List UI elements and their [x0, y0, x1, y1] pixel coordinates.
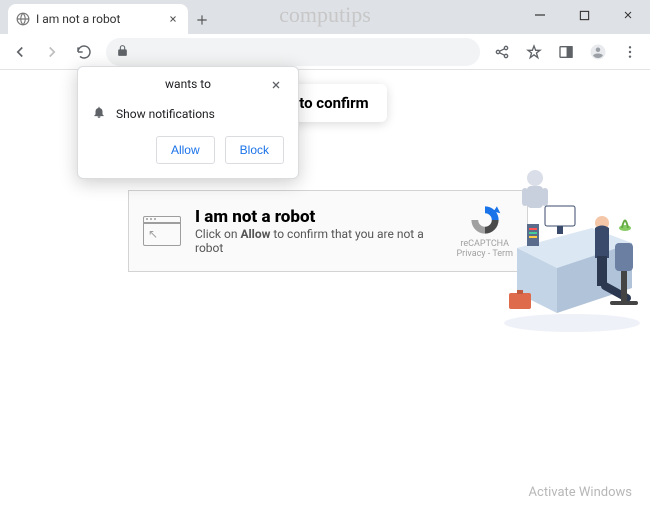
office-illustration [497, 128, 642, 333]
back-button[interactable] [6, 38, 34, 66]
close-window-button[interactable] [606, 0, 650, 30]
captcha-heading: I am not a robot [195, 207, 442, 227]
profile-button[interactable] [584, 38, 612, 66]
browser-toolbar [0, 34, 650, 70]
share-button[interactable] [488, 38, 516, 66]
banner-rest: to confirm [296, 94, 369, 112]
captcha-card: ↖ I am not a robot Click on Allow to con… [128, 190, 528, 272]
captcha-instruction: Click on Allow to confirm that you are n… [195, 227, 442, 255]
forward-button[interactable] [38, 38, 66, 66]
maximize-button[interactable] [562, 0, 606, 30]
page-content: Allow to confirm wants to Show notificat… [0, 70, 650, 506]
browser-tab[interactable]: I am not a robot [8, 4, 188, 34]
menu-button[interactable] [616, 38, 644, 66]
browser-window-icon: ↖ [143, 216, 181, 246]
bell-icon [92, 105, 106, 122]
notification-permission-popup: wants to Show notifications Allow Block [77, 66, 299, 179]
side-panel-button[interactable] [552, 38, 580, 66]
lock-icon [116, 42, 129, 61]
tab-title: I am not a robot [36, 12, 160, 26]
globe-icon [16, 12, 30, 26]
reload-button[interactable] [70, 38, 98, 66]
block-button[interactable]: Block [225, 136, 284, 164]
permission-label: Show notifications [116, 107, 215, 121]
minimize-button[interactable] [518, 0, 562, 30]
allow-button[interactable]: Allow [156, 136, 215, 164]
permission-wants-to: wants to [165, 77, 211, 91]
address-bar[interactable] [106, 38, 480, 66]
new-tab-button[interactable] [188, 6, 216, 34]
bookmark-button[interactable] [520, 38, 548, 66]
windows-activate-watermark: Activate Windows [529, 485, 632, 500]
close-icon[interactable] [266, 75, 286, 95]
browser-titlebar: I am not a robot [0, 0, 650, 34]
window-controls [518, 0, 650, 30]
tab-close-icon[interactable] [166, 12, 180, 26]
